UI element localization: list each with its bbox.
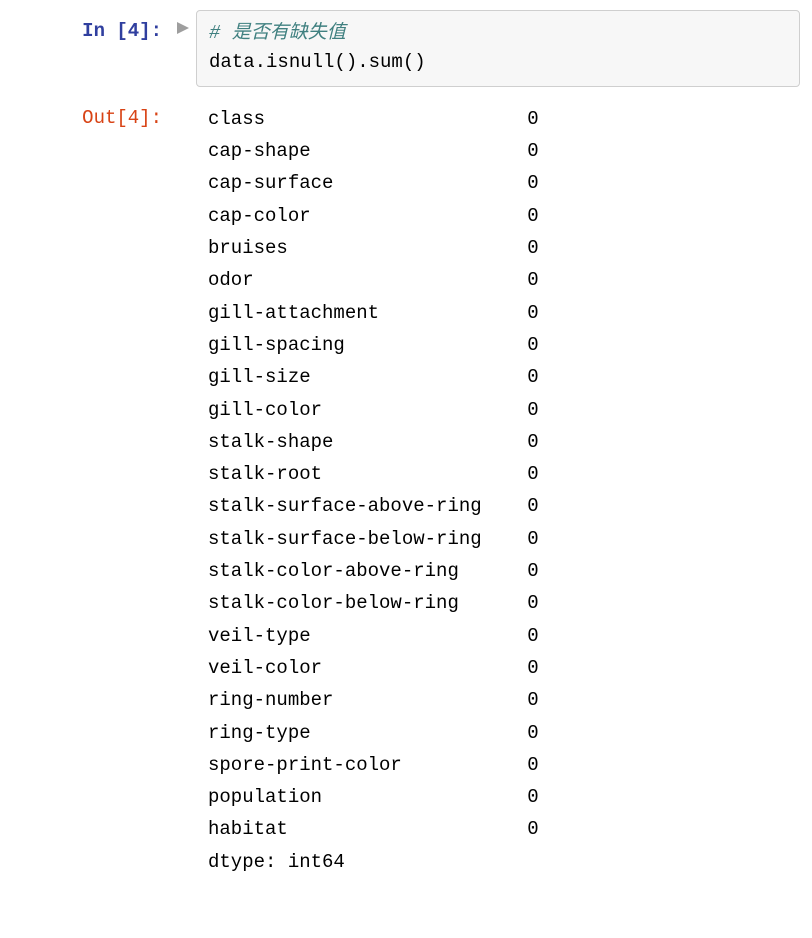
run-cell-button[interactable] [170,10,196,34]
output-cell: Out[4]: class 0 cap-shape 0 cap-surface … [12,97,800,884]
code-line: data.isnull().sum() [209,51,426,73]
out-prompt: Out[4]: [12,97,170,135]
in-prompt: In [4]: [12,10,170,48]
play-icon [177,22,189,34]
code-input[interactable]: # 是否有缺失值 data.isnull().sum() [196,10,800,87]
input-cell: In [4]: # 是否有缺失值 data.isnull().sum() [12,10,800,87]
notebook: In [4]: # 是否有缺失值 data.isnull().sum() Out… [0,0,812,894]
output-text: class 0 cap-shape 0 cap-surface 0 cap-co… [196,97,800,884]
code-comment: # 是否有缺失值 [209,22,346,44]
spacer [170,97,196,109]
